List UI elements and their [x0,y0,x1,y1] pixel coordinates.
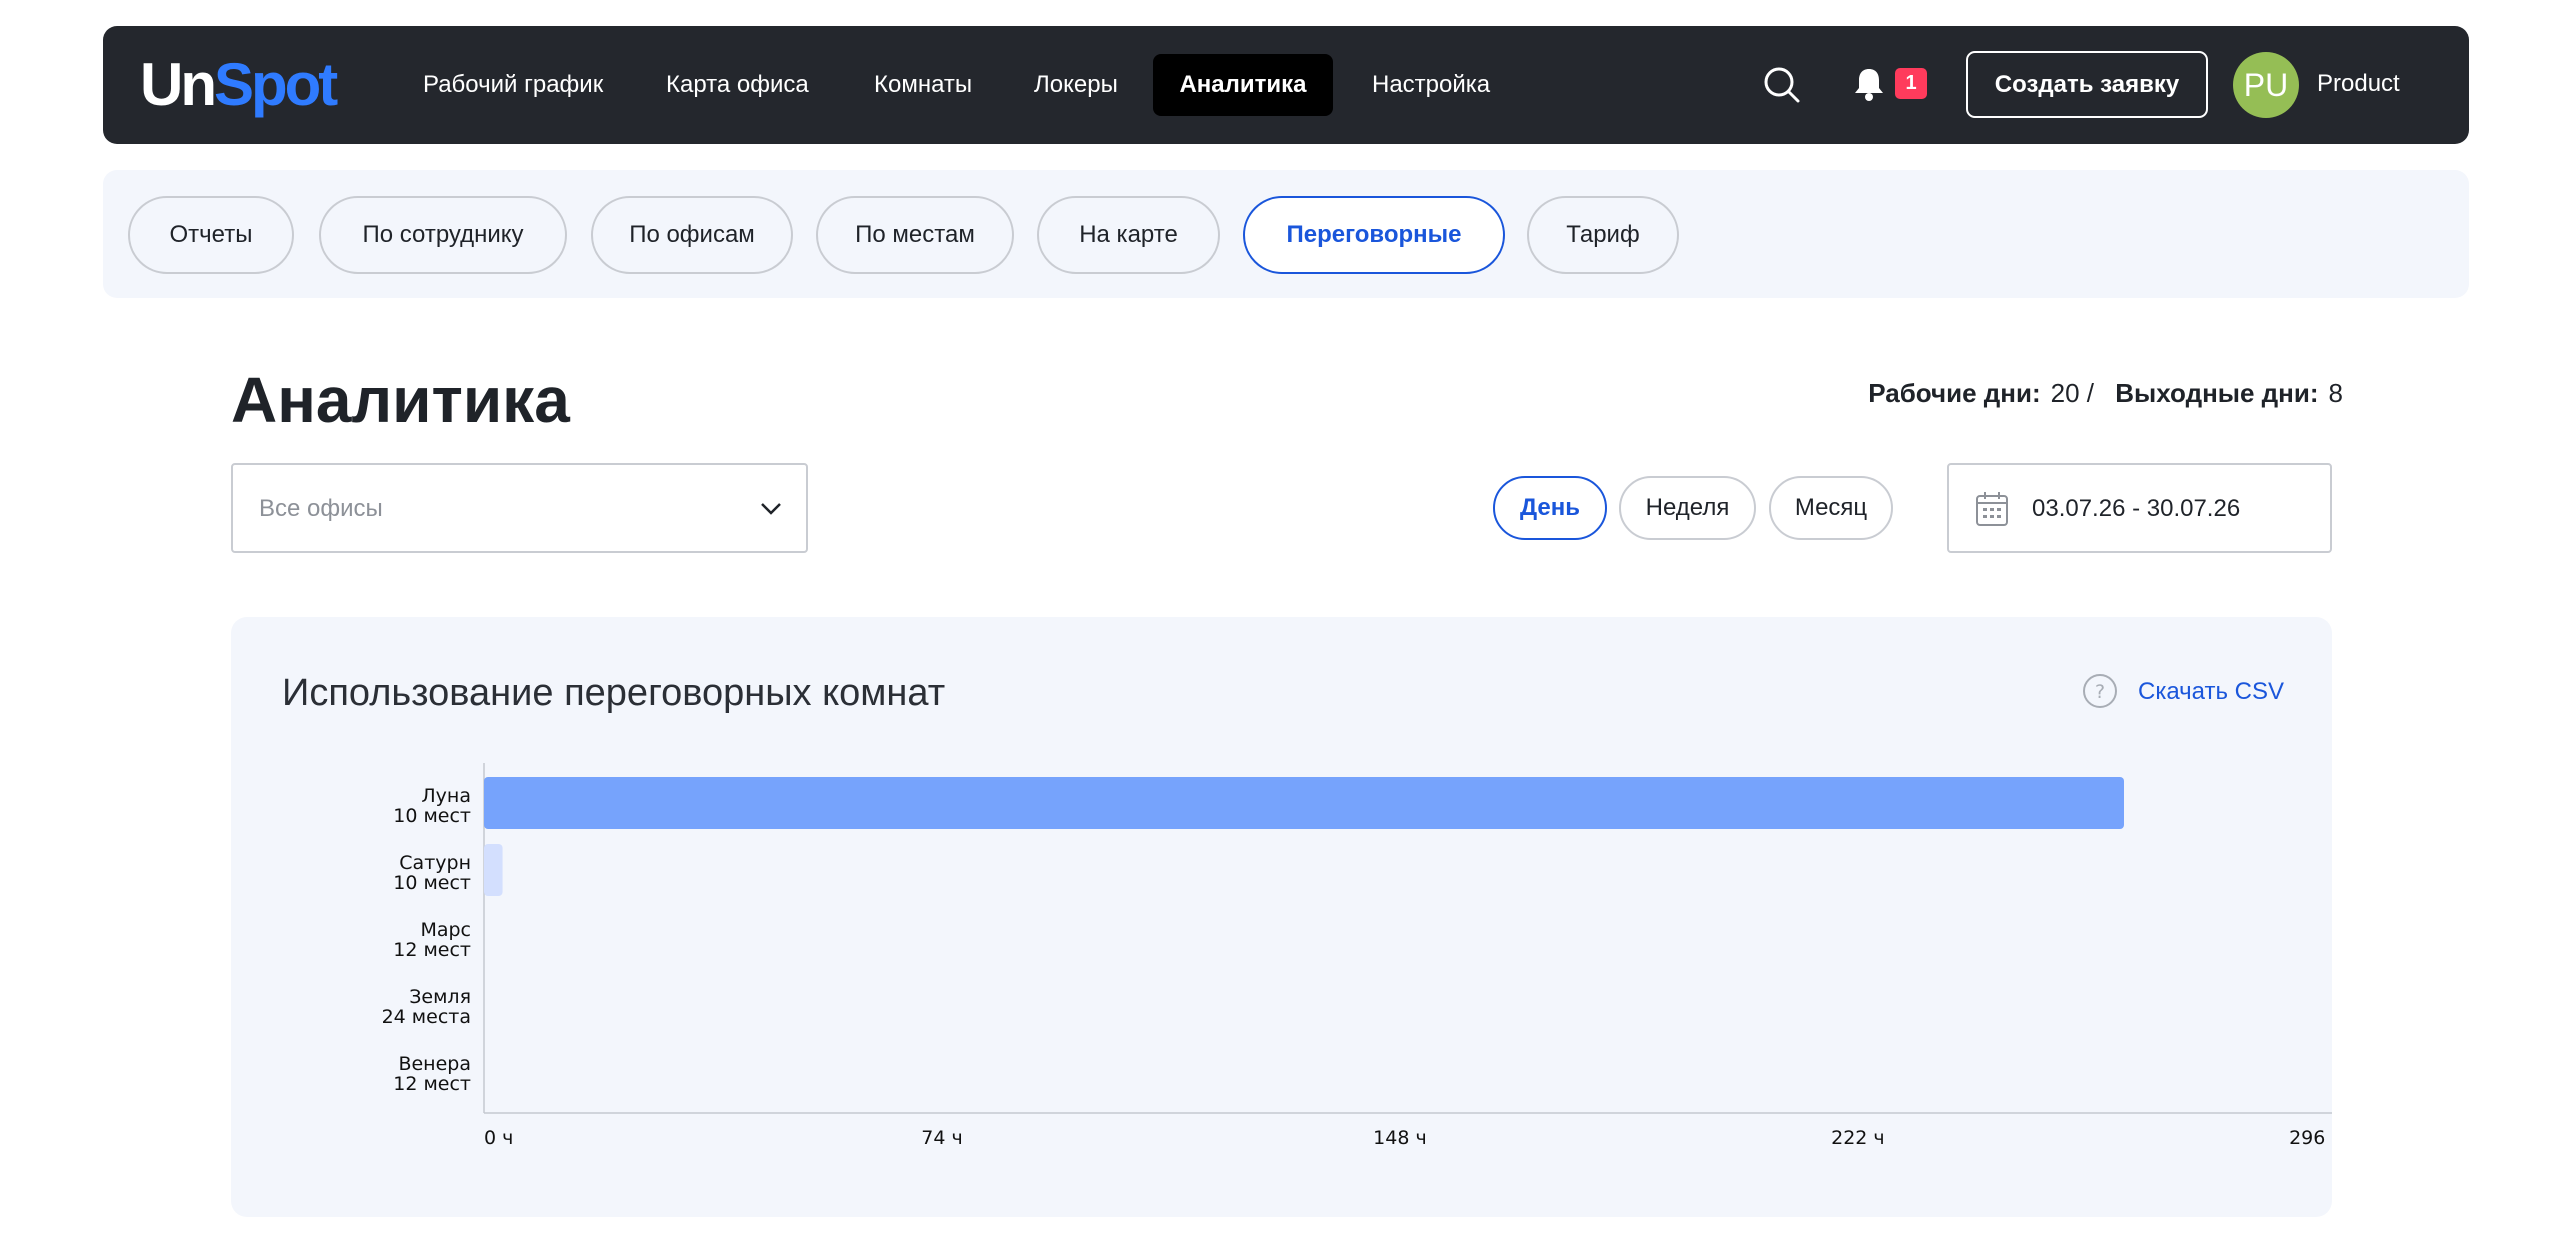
y-tick-label-name: Луна [421,785,471,807]
calendar-icon [1975,491,2009,527]
logo-text-un: Un [140,51,217,118]
nav-item-lockers[interactable]: Локеры [1034,54,1118,116]
x-tick-label: 222 ч [1831,1127,1885,1149]
nav-item-settings[interactable]: Настройка [1372,54,1490,116]
y-tick-label-capacity: 12 мест [393,939,471,961]
logo-text-spot: Spot [213,51,338,118]
search-icon[interactable] [1760,63,1804,107]
days-off-value: 8 [2328,378,2343,408]
y-tick-label-name: Сатурн [399,852,471,874]
download-csv-link[interactable]: Скачать CSV [2138,675,2284,709]
days-summary: Рабочие дни: 20 / Выходные дни: 8 [1868,374,2343,412]
office-select-placeholder: Все офисы [259,495,383,522]
page-title: Аналитика [231,364,570,436]
x-tick-label: 296 ч [2289,1127,2332,1149]
user-name[interactable]: Product [2317,67,2400,101]
nav-item-office-map[interactable]: Карта офиса [666,54,809,116]
notification-badge: 1 [1895,68,1927,99]
help-icon[interactable]: ? [2082,673,2118,709]
bar-2 [484,844,503,896]
tab-on-map[interactable]: На карте [1037,196,1220,274]
tab-by-places[interactable]: По местам [816,196,1014,274]
analytics-subnav: Отчеты По сотруднику По офисам По местам… [103,170,2469,298]
period-week-button[interactable]: Неделя [1619,476,1756,540]
nav-item-rooms[interactable]: Комнаты [874,54,972,116]
nav-item-work-schedule[interactable]: Рабочий график [423,54,603,116]
y-tick-label-name: Марс [420,919,471,941]
chevron-down-icon [758,496,784,522]
y-tick-label-capacity: 10 мест [393,805,471,827]
tab-by-employee[interactable]: По сотруднику [319,196,567,274]
card-title: Использование переговорных комнат [282,672,946,714]
working-days-value: 20 / [2050,378,2095,408]
days-off-label: Выходные дни: [2115,378,2319,408]
top-navigation-bar: UnSpot Рабочий график Карта офиса Комнат… [103,26,2469,144]
y-tick-label-name: Венера [398,1053,471,1075]
user-avatar[interactable]: PU [2233,52,2299,118]
date-range-picker[interactable]: 03.07.26 - 30.07.26 [1947,463,2332,553]
nav-item-analytics[interactable]: Аналитика [1153,54,1333,116]
bar-1 [484,777,2124,829]
y-tick-label-capacity: 24 места [382,1006,471,1028]
y-tick-label-name: Земля [409,986,471,1008]
tab-tariff[interactable]: Тариф [1527,196,1679,274]
x-tick-label: 0 ч [484,1127,513,1149]
date-range-value: 03.07.26 - 30.07.26 [2032,495,2241,522]
bell-icon[interactable] [1851,64,1887,104]
tab-meeting-rooms[interactable]: Переговорные [1243,196,1505,274]
y-tick-label-capacity: 10 мест [393,872,471,894]
meeting-rooms-usage-card: Луна 10 мест Сатурн 10 мест Марс 12 мест Земля… [231,617,2332,1217]
tab-by-offices[interactable]: По офисам [591,196,793,274]
period-day-button[interactable]: День [1493,476,1607,540]
x-tick-label: 74 ч [921,1127,962,1149]
create-request-button[interactable]: Создать заявку [1966,51,2208,118]
unspot-logo[interactable]: UnSpot [140,50,338,120]
svg-text:?: ? [2095,681,2105,703]
tab-reports[interactable]: Отчеты [128,196,294,274]
office-select[interactable]: Все офисы [231,463,808,553]
y-tick-label-capacity: 12 мест [393,1073,471,1095]
working-days-label: Рабочие дни: [1868,378,2041,408]
x-tick-label: 148 ч [1373,1127,1427,1149]
period-month-button[interactable]: Месяц [1769,476,1893,540]
